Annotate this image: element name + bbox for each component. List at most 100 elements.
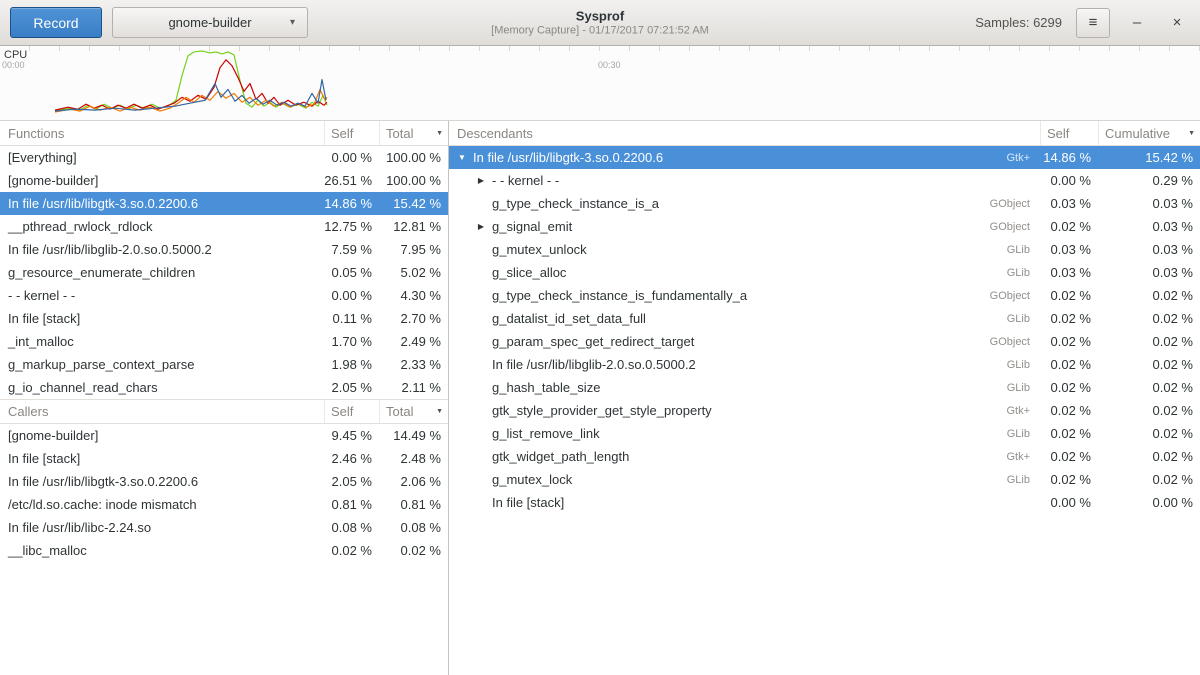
caller-row[interactable]: In file [stack]2.46 %2.48 % — [0, 447, 448, 470]
cumulative-value: 0.29 % — [1098, 173, 1200, 188]
descendant-row[interactable]: In file /usr/lib/libglib-2.0.so.0.5000.2… — [449, 353, 1200, 376]
functions-total-column-header[interactable]: Total ▼ — [379, 121, 448, 145]
descendant-name: g_param_spec_get_redirect_target — [490, 334, 990, 349]
function-row[interactable]: In file [stack]0.11 %2.70 % — [0, 307, 448, 330]
descendants-cumulative-column-header[interactable]: Cumulative ▼ — [1098, 121, 1200, 145]
function-row[interactable]: __pthread_rwlock_rdlock12.75 %12.81 % — [0, 215, 448, 238]
sysprof-window: Record gnome-builder ▾ Sysprof [Memory C… — [0, 0, 1200, 675]
target-dropdown[interactable]: gnome-builder ▾ — [112, 7, 308, 38]
total-value: 2.33 % — [379, 357, 448, 372]
collapse-arrow-icon[interactable]: ▼ — [453, 153, 471, 162]
descendant-row[interactable]: g_mutex_unlockGLib0.03 %0.03 % — [449, 238, 1200, 261]
function-row[interactable]: [Everything]0.00 %100.00 % — [0, 146, 448, 169]
descendants-title[interactable]: Descendants — [449, 121, 1040, 145]
function-name: - - kernel - - — [0, 288, 324, 303]
function-row[interactable]: g_io_channel_read_chars2.05 %2.11 % — [0, 376, 448, 399]
cpu-graph[interactable]: CPU 00:00 00:30 — [0, 46, 1200, 121]
descendants-cumulative-column-label: Cumulative — [1105, 126, 1170, 141]
window-title: Sysprof — [491, 8, 709, 24]
descendant-name: g_list_remove_link — [490, 426, 1007, 441]
close-button[interactable]: × — [1164, 10, 1190, 36]
self-value: 2.46 % — [324, 451, 379, 466]
descendant-row[interactable]: g_hash_table_sizeGLib0.02 %0.02 % — [449, 376, 1200, 399]
caller-row[interactable]: In file /usr/lib/libc-2.24.so0.08 %0.08 … — [0, 516, 448, 539]
descendant-row[interactable]: ▶g_signal_emitGObject0.02 %0.03 % — [449, 215, 1200, 238]
self-value: 0.02 % — [1040, 449, 1098, 464]
descendant-name: g_hash_table_size — [490, 380, 1007, 395]
library-badge: GObject — [990, 198, 1040, 210]
cpu-line-green — [55, 51, 327, 111]
menu-button[interactable]: ≡ — [1076, 8, 1110, 38]
function-name: g_resource_enumerate_children — [0, 265, 324, 280]
functions-self-column-header[interactable]: Self — [324, 121, 379, 145]
callers-title[interactable]: Callers — [0, 400, 324, 423]
descendant-row[interactable]: g_type_check_instance_is_fundamentally_a… — [449, 284, 1200, 307]
right-pane: Descendants Self Cumulative ▼ ▼In file /… — [449, 121, 1200, 675]
function-row[interactable]: In file /usr/lib/libglib-2.0.so.0.5000.2… — [0, 238, 448, 261]
cumulative-value: 0.02 % — [1098, 334, 1200, 349]
callers-total-column-header[interactable]: Total ▼ — [379, 400, 448, 423]
self-value: 0.02 % — [1040, 334, 1098, 349]
caller-row[interactable]: In file /usr/lib/libgtk-3.so.0.2200.62.0… — [0, 470, 448, 493]
descendants-self-column-header[interactable]: Self — [1040, 121, 1098, 145]
self-value: 1.98 % — [324, 357, 379, 372]
cumulative-value: 0.02 % — [1098, 357, 1200, 372]
function-row[interactable]: [gnome-builder]26.51 %100.00 % — [0, 169, 448, 192]
functions-header-row: Functions Self Total ▼ — [0, 121, 448, 146]
caller-row[interactable]: /etc/ld.so.cache: inode mismatch0.81 %0.… — [0, 493, 448, 516]
record-button[interactable]: Record — [10, 7, 102, 38]
caller-name: __libc_malloc — [0, 543, 324, 558]
descendant-name: g_mutex_unlock — [490, 242, 1007, 257]
descendant-name: g_type_check_instance_is_a — [490, 196, 990, 211]
descendant-row[interactable]: gtk_widget_path_lengthGtk+0.02 %0.02 % — [449, 445, 1200, 468]
caller-name: /etc/ld.so.cache: inode mismatch — [0, 497, 324, 512]
function-row[interactable]: g_resource_enumerate_children0.05 %5.02 … — [0, 261, 448, 284]
descendant-row[interactable]: g_type_check_instance_is_aGObject0.03 %0… — [449, 192, 1200, 215]
functions-title[interactable]: Functions — [0, 121, 324, 145]
self-value: 0.02 % — [1040, 357, 1098, 372]
function-name: In file /usr/lib/libgtk-3.so.0.2200.6 — [0, 196, 324, 211]
total-value: 14.49 % — [379, 428, 448, 443]
callers-self-column-header[interactable]: Self — [324, 400, 379, 423]
caller-row[interactable]: [gnome-builder]9.45 %14.49 % — [0, 424, 448, 447]
descendant-row[interactable]: g_param_spec_get_redirect_targetGObject0… — [449, 330, 1200, 353]
function-name: _int_malloc — [0, 334, 324, 349]
main-content: Functions Self Total ▼ [Everything]0.00 … — [0, 121, 1200, 675]
descendant-row[interactable]: g_datalist_id_set_data_fullGLib0.02 %0.0… — [449, 307, 1200, 330]
self-value: 14.86 % — [324, 196, 379, 211]
expand-arrow-icon[interactable]: ▶ — [472, 176, 490, 185]
close-icon: × — [1173, 14, 1182, 31]
sort-indicator-icon: ▼ — [1188, 130, 1195, 137]
cumulative-value: 0.03 % — [1098, 219, 1200, 234]
caller-name: [gnome-builder] — [0, 428, 324, 443]
target-dropdown-label: gnome-builder — [168, 15, 251, 30]
total-value: 100.00 % — [379, 173, 448, 188]
self-value: 12.75 % — [324, 219, 379, 234]
descendant-name: g_slice_alloc — [490, 265, 1007, 280]
descendant-row[interactable]: ▶- - kernel - -0.00 %0.29 % — [449, 169, 1200, 192]
descendant-row[interactable]: gtk_style_provider_get_style_propertyGtk… — [449, 399, 1200, 422]
cumulative-value: 0.02 % — [1098, 472, 1200, 487]
descendant-row[interactable]: g_list_remove_linkGLib0.02 %0.02 % — [449, 422, 1200, 445]
expand-arrow-icon[interactable]: ▶ — [472, 222, 490, 231]
descendant-row[interactable]: g_slice_allocGLib0.03 %0.03 % — [449, 261, 1200, 284]
descendant-name: g_type_check_instance_is_fundamentally_a — [490, 288, 990, 303]
sort-indicator-icon: ▼ — [436, 130, 443, 137]
minimize-button[interactable]: – — [1124, 10, 1150, 36]
function-row[interactable]: - - kernel - -0.00 %4.30 % — [0, 284, 448, 307]
descendant-row[interactable]: g_mutex_lockGLib0.02 %0.02 % — [449, 468, 1200, 491]
function-row[interactable]: In file /usr/lib/libgtk-3.so.0.2200.614.… — [0, 192, 448, 215]
sort-indicator-icon: ▼ — [436, 408, 443, 415]
library-badge: GObject — [990, 221, 1040, 233]
caller-row[interactable]: __libc_malloc0.02 %0.02 % — [0, 539, 448, 562]
self-value: 0.00 % — [1040, 173, 1098, 188]
descendant-row[interactable]: ▼In file /usr/lib/libgtk-3.so.0.2200.6Gt… — [449, 146, 1200, 169]
descendant-row[interactable]: In file [stack]0.00 %0.00 % — [449, 491, 1200, 514]
descendant-name: g_datalist_id_set_data_full — [490, 311, 1007, 326]
function-row[interactable]: _int_malloc1.70 %2.49 % — [0, 330, 448, 353]
self-value: 14.86 % — [1040, 150, 1098, 165]
functions-table: [Everything]0.00 %100.00 %[gnome-builder… — [0, 146, 448, 399]
function-row[interactable]: g_markup_parse_context_parse1.98 %2.33 % — [0, 353, 448, 376]
functions-total-column-label: Total — [386, 126, 413, 141]
self-value: 1.70 % — [324, 334, 379, 349]
